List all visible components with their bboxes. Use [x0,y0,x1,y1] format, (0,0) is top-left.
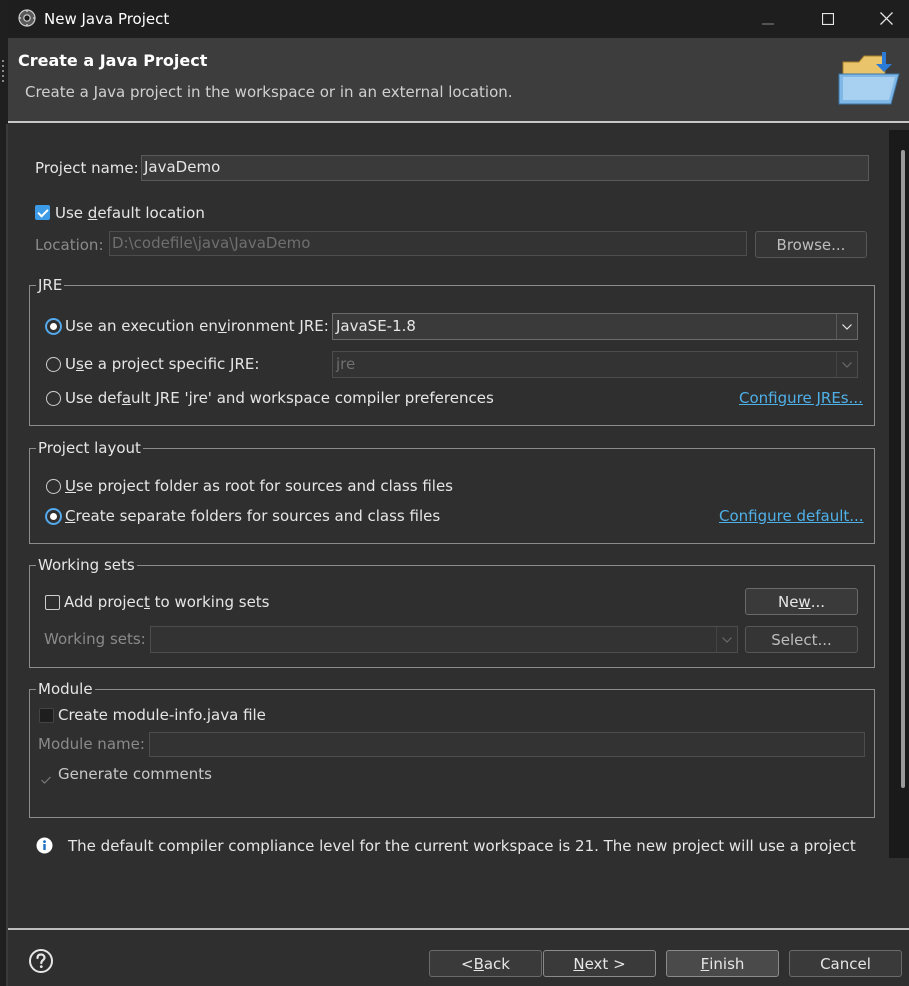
wizard-footer: < Back Next > Finish Cancel [8,930,909,986]
project-name-label: Project name: [35,159,139,177]
project-jre-value: jre [336,355,356,373]
configure-jres-link[interactable]: Configure JREs... [739,389,863,407]
banner-description: Create a Java project in the workspace o… [25,83,513,101]
working-sets-group-title: Working sets [36,556,137,574]
module-group-title: Module [36,680,95,698]
working-sets-label: Working sets: [44,630,146,648]
add-to-working-sets-checkbox[interactable] [45,595,60,610]
jre-execution-environment-radio[interactable] [46,319,61,334]
wizard-banner: Create a Java Project Create a Java proj… [8,38,909,121]
project-layout-group-title: Project layout [36,439,143,457]
drag-handle-dots [2,60,4,82]
location-label: Location: [35,236,104,254]
finish-button[interactable]: Finish [666,950,779,977]
create-module-info-checkbox[interactable] [39,708,54,723]
content-scrollbar-thumb[interactable] [901,150,905,788]
select-working-sets-button: Select... [745,626,858,653]
jre-project-specific-label: Use a project specific JRE: [65,355,260,373]
configure-default-link[interactable]: Configure default... [719,507,864,525]
eclipse-logo-icon [18,9,36,27]
jre-execution-environment-label: Use an execution environment JRE: [65,317,329,335]
project-jre-combo: jre [332,351,858,378]
layout-root-folder-label: Use project folder as root for sources a… [65,477,453,495]
layout-separate-folders-radio[interactable] [46,509,61,524]
maximize-icon [821,10,835,29]
banner-title: Create a Java Project [18,51,208,70]
location-input: D:\codefile\java\JavaDemo [109,231,747,256]
project-name-input[interactable]: JavaDemo [141,155,869,181]
content-scrollbar[interactable] [889,130,909,858]
back-button[interactable]: < Back [429,950,542,977]
folder-icon [837,48,909,114]
info-icon [36,837,53,858]
jre-default-label: Use default JRE 'jre' and workspace comp… [65,389,494,407]
use-default-location-label: Use default location [55,204,205,222]
browse-button: Browse... [755,231,867,258]
execution-environment-value: JavaSE-1.8 [336,317,416,335]
help-icon[interactable] [29,949,53,977]
working-sets-combo [150,626,738,653]
close-button[interactable] [863,0,909,38]
background-window-edge [0,0,8,986]
layout-separate-folders-label: Create separate folders for sources and … [65,507,441,525]
close-icon [879,10,893,29]
project-layout-group [29,448,875,544]
maximize-button[interactable] [805,0,851,38]
new-working-set-button[interactable]: Ne w... [745,588,858,615]
compliance-info-message: The default compiler compliance level fo… [68,837,856,855]
jre-default-radio[interactable] [46,391,61,406]
minimize-button[interactable] [745,0,791,38]
generate-comments-checkmark-icon [41,769,51,788]
layout-root-folder-radio[interactable] [46,479,61,494]
module-name-label: Module name: [38,735,145,753]
add-to-working-sets-label: Add project to working sets [64,593,270,611]
chevron-down-icon [716,627,737,652]
chevron-down-icon [836,314,857,339]
jre-group-title: JRE [36,276,65,294]
minimize-icon [762,10,774,29]
generate-comments-label: Generate comments [58,765,212,783]
execution-environment-combo[interactable]: JavaSE-1.8 [332,313,858,340]
window-title: New Java Project [44,10,170,28]
new-java-project-dialog: New Java Project Create a Java Project C… [8,0,909,986]
jre-project-specific-radio[interactable] [46,357,61,372]
cancel-button[interactable]: Cancel [789,950,902,977]
module-name-input [149,732,865,757]
create-module-info-label: Create module-info.java file [58,706,266,724]
chevron-down-icon [836,352,857,377]
next-button[interactable]: Next > [543,950,656,977]
use-default-location-checkbox[interactable] [35,205,50,220]
title-bar: New Java Project [8,0,909,38]
wizard-content: Project name: JavaDemo Use default locat… [8,123,889,860]
